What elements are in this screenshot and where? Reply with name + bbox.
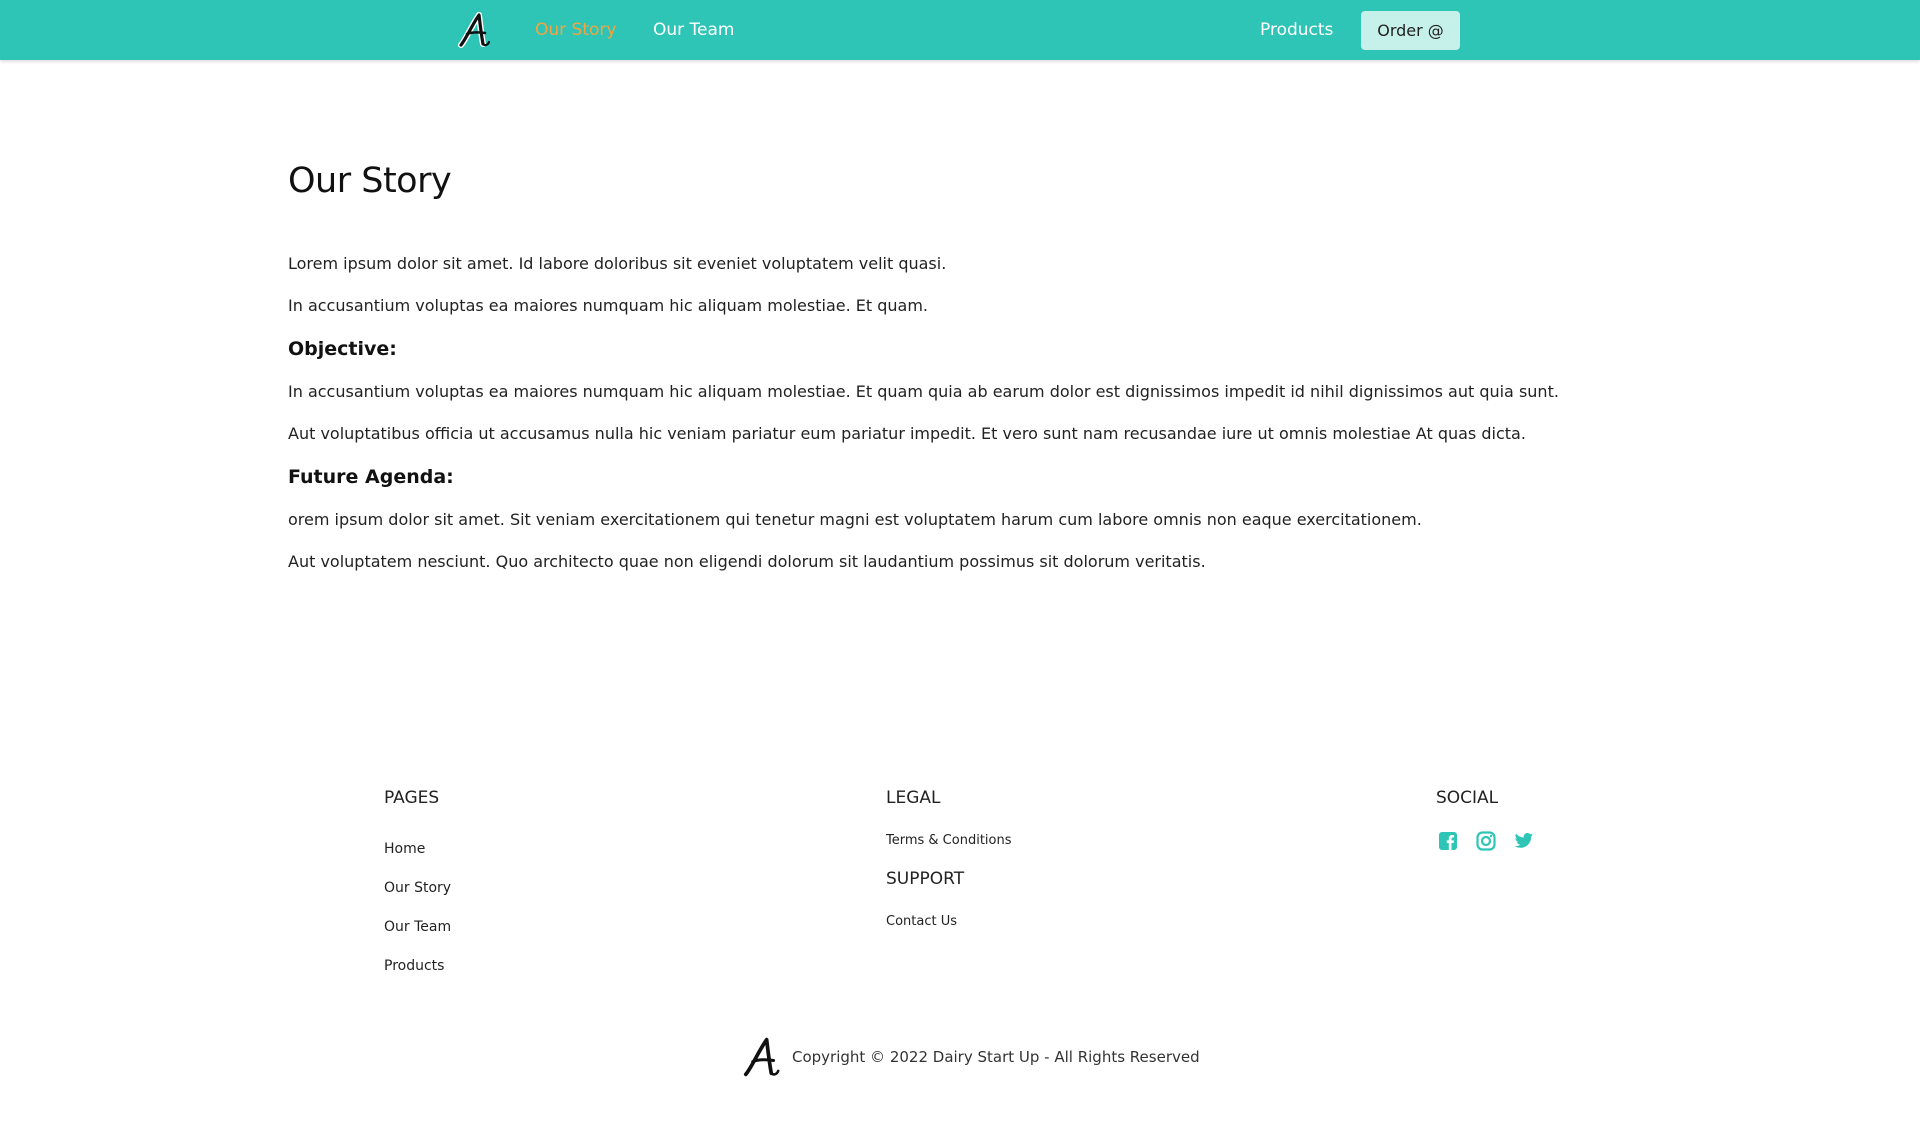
twitter-icon[interactable] [1514,831,1534,851]
nav-link-products[interactable]: Products [1260,20,1333,40]
page-title: Our Story [288,161,452,201]
nav-link-our-team[interactable]: Our Team [653,20,734,40]
footer-link-products[interactable]: Products [384,957,444,975]
footer-social-heading: SOCIAL [1436,788,1499,808]
order-button[interactable]: Order @ [1361,11,1460,50]
agenda-paragraph-2: Aut voluptatem nesciunt. Quo architecto … [288,552,1206,571]
footer-support-heading: SUPPORT [886,869,965,889]
objective-paragraph-1: In accusantium voluptas ea maiores numqu… [288,382,1559,401]
script-letter-a-logo-icon [742,1036,780,1078]
script-letter-a-logo-icon [458,12,491,48]
footer-legal-heading: LEGAL [886,788,941,808]
footer-link-home[interactable]: Home [384,840,425,858]
top-navbar: Our Story Our Team Products Order @ [0,0,1920,60]
footer-link-our-story[interactable]: Our Story [384,879,451,897]
footer-link-terms[interactable]: Terms & Conditions [886,832,1012,850]
future-agenda-heading: Future Agenda: [288,466,454,488]
objective-paragraph-2: Aut voluptatibus officia ut accusamus nu… [288,424,1526,443]
agenda-paragraph-1: orem ipsum dolor sit amet. Sit veniam ex… [288,510,1422,529]
facebook-icon[interactable] [1438,831,1458,851]
logo-link[interactable] [456,10,494,50]
copyright-text: Copyright © 2022 Dairy Start Up - All Ri… [792,1048,1200,1066]
instagram-icon[interactable] [1476,831,1496,851]
objective-heading: Objective: [288,338,397,360]
footer-link-contact-us[interactable]: Contact Us [886,913,957,931]
nav-link-our-story[interactable]: Our Story [535,20,616,40]
intro-paragraph-2: In accusantium voluptas ea maiores numqu… [288,296,929,315]
footer-link-our-team[interactable]: Our Team [384,918,451,936]
footer-pages-heading: PAGES [384,788,440,808]
intro-paragraph-1: Lorem ipsum dolor sit amet. Id labore do… [288,254,947,273]
